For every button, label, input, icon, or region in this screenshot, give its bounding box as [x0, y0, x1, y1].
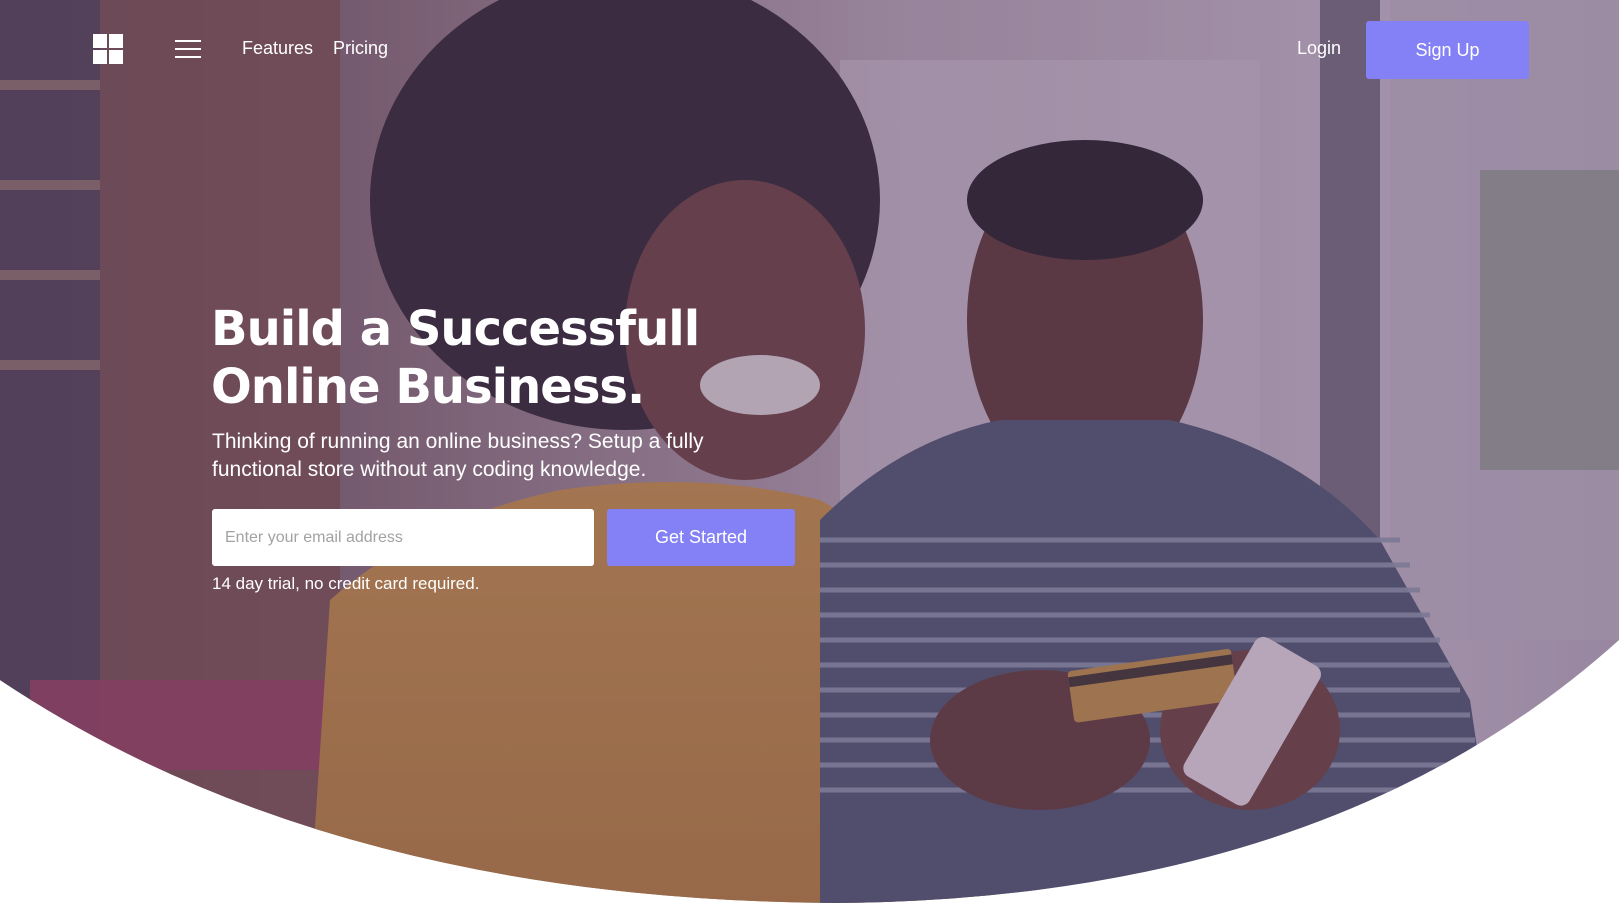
hero-subtext: Thinking of running an online business? … [212, 428, 752, 484]
sign-up-button[interactable]: Sign Up [1366, 21, 1529, 79]
get-started-button[interactable]: Get Started [607, 509, 795, 566]
hero-subtext-line1: Thinking of running an online business? … [212, 430, 704, 453]
hamburger-menu-icon[interactable] [175, 40, 201, 60]
hero-headline: Build a Successfull Online Business. [211, 300, 771, 416]
nav-link-features[interactable]: Features [242, 38, 313, 59]
nav-link-pricing[interactable]: Pricing [333, 38, 388, 59]
hero-headline-line2: Online Business. [211, 359, 645, 415]
login-link[interactable]: Login [1297, 38, 1341, 59]
email-input[interactable] [212, 509, 594, 566]
trial-note: 14 day trial, no credit card required. [212, 574, 480, 593]
hero-headline-line1: Build a Successfull [211, 301, 700, 357]
top-nav: Features Pricing Login Sign Up [0, 0, 1619, 100]
landing-page: Features Pricing Login Sign Up Build a S… [0, 0, 1619, 903]
hero-subtext-line2: functional store without any coding know… [212, 458, 647, 481]
windows-grid-icon[interactable] [93, 34, 123, 64]
